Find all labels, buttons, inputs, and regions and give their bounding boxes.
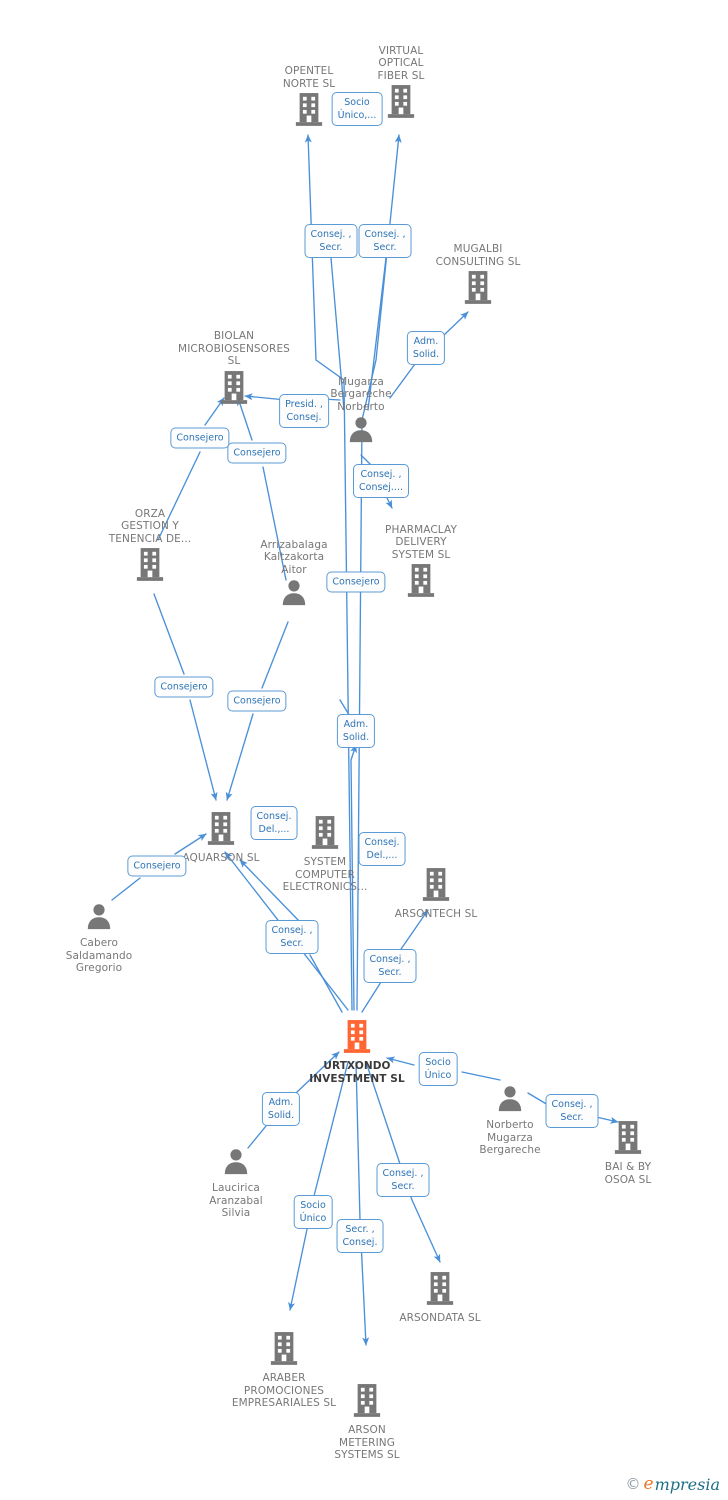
relation-chip-c7[interactable]: Consejero [227,442,287,464]
node-label: URTXONDO INVESTMENT SL [309,1060,405,1085]
company-node-arsonmeter[interactable]: ARSON METERING SYSTEMS SL [307,1382,427,1462]
node-label: PHARMACLAY DELIVERY SYSTEM SL [385,523,457,561]
edge-urtxondo-to-aqu2 [309,954,343,1013]
relation-chip-c12[interactable]: Adm. Solid. [336,714,376,748]
node-label: ARSON METERING SYSTEMS SL [334,1424,400,1461]
relation-chip-c22[interactable]: Socio Único [293,1195,333,1229]
person-icon [39,901,159,935]
edge-c4-to-mugalbi [442,311,469,337]
relation-chip-c3[interactable]: Consej. , Secr. [358,224,412,258]
company-building-icon [270,1332,298,1365]
relation-chip-c6[interactable]: Consejero [170,427,230,449]
company-node-orza[interactable]: ORZA GESTION Y TENENCIA DE... [90,508,210,587]
relation-chip-c13[interactable]: Consej. Del.,... [250,806,298,840]
network-diagram-canvas: OPENTEL NORTE SL VIRTUAL OPTICAL FIBER SL… [0,0,728,1500]
company-building-icon [614,1121,642,1154]
node-label: MUGALBI CONSULTING SL [435,243,521,268]
copyright-icon: © [625,1475,641,1493]
company-building-icon [407,564,435,597]
company-building-icon [174,369,294,409]
relation-chip-c2[interactable]: Consej. , Secr. [304,224,358,258]
relation-chip-c9[interactable]: Consejero [326,571,386,593]
relation-chip-c17[interactable]: Consej. , Secr. [363,949,417,983]
person-icon [282,580,306,606]
company-node-biolan[interactable]: BIOLAN MICROBIOSENSORES SL [174,330,294,409]
relation-chip-c14[interactable]: Consej. Del.,... [358,832,406,866]
person-node-cabero[interactable]: Cabero Saldamando Gregorio [39,901,159,975]
edge-cabero-to-aquarson [111,877,141,901]
person-icon [87,904,111,930]
node-label: ARSONTECH SL [394,908,478,920]
company-building-icon [376,866,496,906]
relation-chip-c10[interactable]: Consejero [154,676,214,698]
relation-chip-c18[interactable]: Socio Único [418,1052,458,1086]
relation-chip-c5[interactable]: Presid. , Consej. [279,394,329,428]
relation-chip-c1[interactable]: Socio Único,... [331,92,383,126]
node-label: ORZA GESTION Y TENENCIA DE... [108,507,192,545]
company-building-icon [343,1020,371,1053]
edge-norberto2-to-c18 [461,1071,501,1081]
company-building-icon [464,271,492,304]
relation-chip-c16[interactable]: Consej. , Secr. [265,920,319,954]
person-icon [349,417,373,443]
relation-chip-c15[interactable]: Consejero [127,855,187,877]
company-building-icon [418,269,538,309]
node-label: BAI & BY OSOA SL [604,1161,652,1186]
relation-chip-c4[interactable]: Adm. Solid. [406,331,446,365]
edge-laucirica-to-c20 [247,1125,267,1149]
company-building-icon [297,1018,417,1058]
company-building-icon [426,1272,454,1305]
company-node-mugalbi[interactable]: MUGALBI CONSULTING SL [418,243,538,309]
company-building-icon [207,812,235,845]
node-label: VIRTUAL OPTICAL FIBER SL [377,44,425,82]
edge-arriza-to-aquarson [261,621,289,689]
person-icon [176,1146,296,1180]
person-icon [498,1086,522,1112]
node-label: Cabero Saldamando Gregorio [65,937,133,974]
relation-chip-c21[interactable]: Consej. , Secr. [376,1163,430,1197]
relation-chip-c11[interactable]: Consejero [227,690,287,712]
company-node-arsondata[interactable]: ARSONDATA SL [380,1270,500,1325]
company-building-icon [224,1330,344,1370]
relation-chip-c19[interactable]: Consej. , Secr. [545,1094,599,1128]
brand-initial: e [643,1474,654,1494]
company-building-icon [90,546,210,586]
relation-chip-c23[interactable]: Secr. , Consej. [336,1219,384,1253]
brand-name: mpresia [654,1474,720,1494]
node-label: Laucirica Aranzabal Silvia [209,1182,263,1219]
node-label: ARSONDATA SL [399,1312,481,1324]
edge-urtxondo-to-arsonmeter [355,1061,370,1346]
company-building-icon [295,93,323,126]
edge-orza-to-aquarson [153,593,185,675]
company-building-icon [353,1384,381,1417]
empresia-watermark: © e mpresia [626,1474,720,1494]
edge-c11-to-aquarson [225,713,254,801]
company-building-icon [307,1382,427,1422]
node-label: Arrizabalaga Kaltzakorta Aitor [260,538,328,576]
relation-chip-c20[interactable]: Adm. Solid. [261,1092,301,1126]
company-node-arsontech[interactable]: ARSONTECH SL [376,866,496,921]
node-label: BIOLAN MICROBIOSENSORES SL [178,330,290,367]
company-building-icon [422,868,450,901]
edge-c10-to-aquarson [189,699,218,801]
company-building-icon [220,370,248,404]
company-building-icon [387,85,415,118]
company-building-icon [136,548,164,581]
relation-chip-c8[interactable]: Consej. , Consej.... [353,464,409,498]
company-node-urtxondo[interactable]: URTXONDO INVESTMENT SL [297,1018,417,1085]
company-node-baiby[interactable]: BAI & BY OSOA SL [568,1119,688,1186]
person-node-laucirica[interactable]: Laucirica Aranzabal Silvia [176,1146,296,1220]
company-building-icon [311,816,339,849]
person-icon [224,1149,248,1175]
company-building-icon [380,1270,500,1310]
